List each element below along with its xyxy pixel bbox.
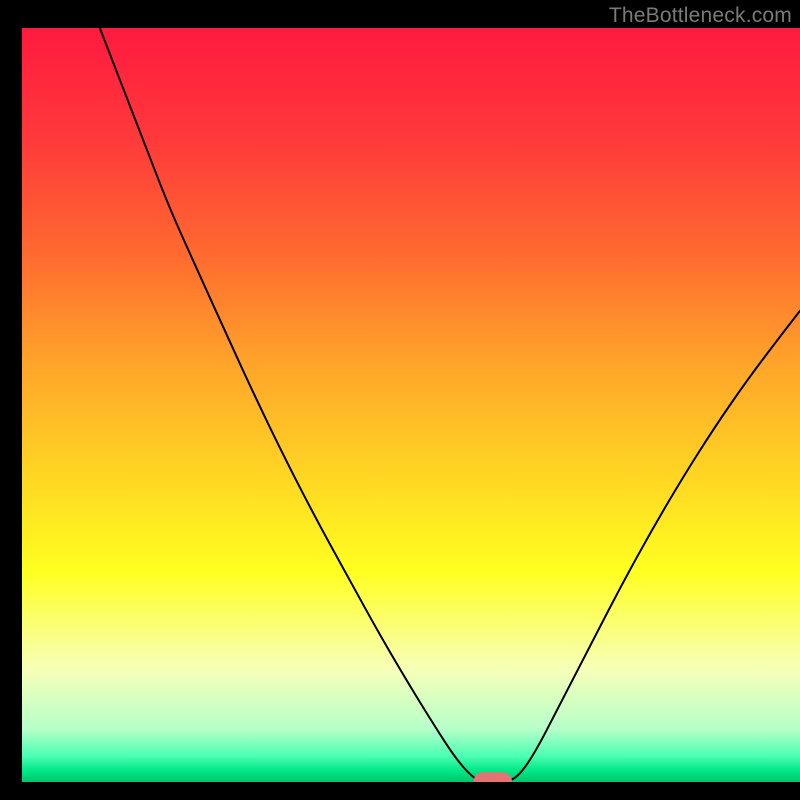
bottleneck-plot: [22, 28, 800, 782]
gradient-background: [22, 28, 800, 782]
chart-frame: TheBottleneck.com: [0, 0, 800, 800]
optimal-point-marker: [473, 772, 512, 782]
watermark-text: TheBottleneck.com: [609, 4, 792, 28]
